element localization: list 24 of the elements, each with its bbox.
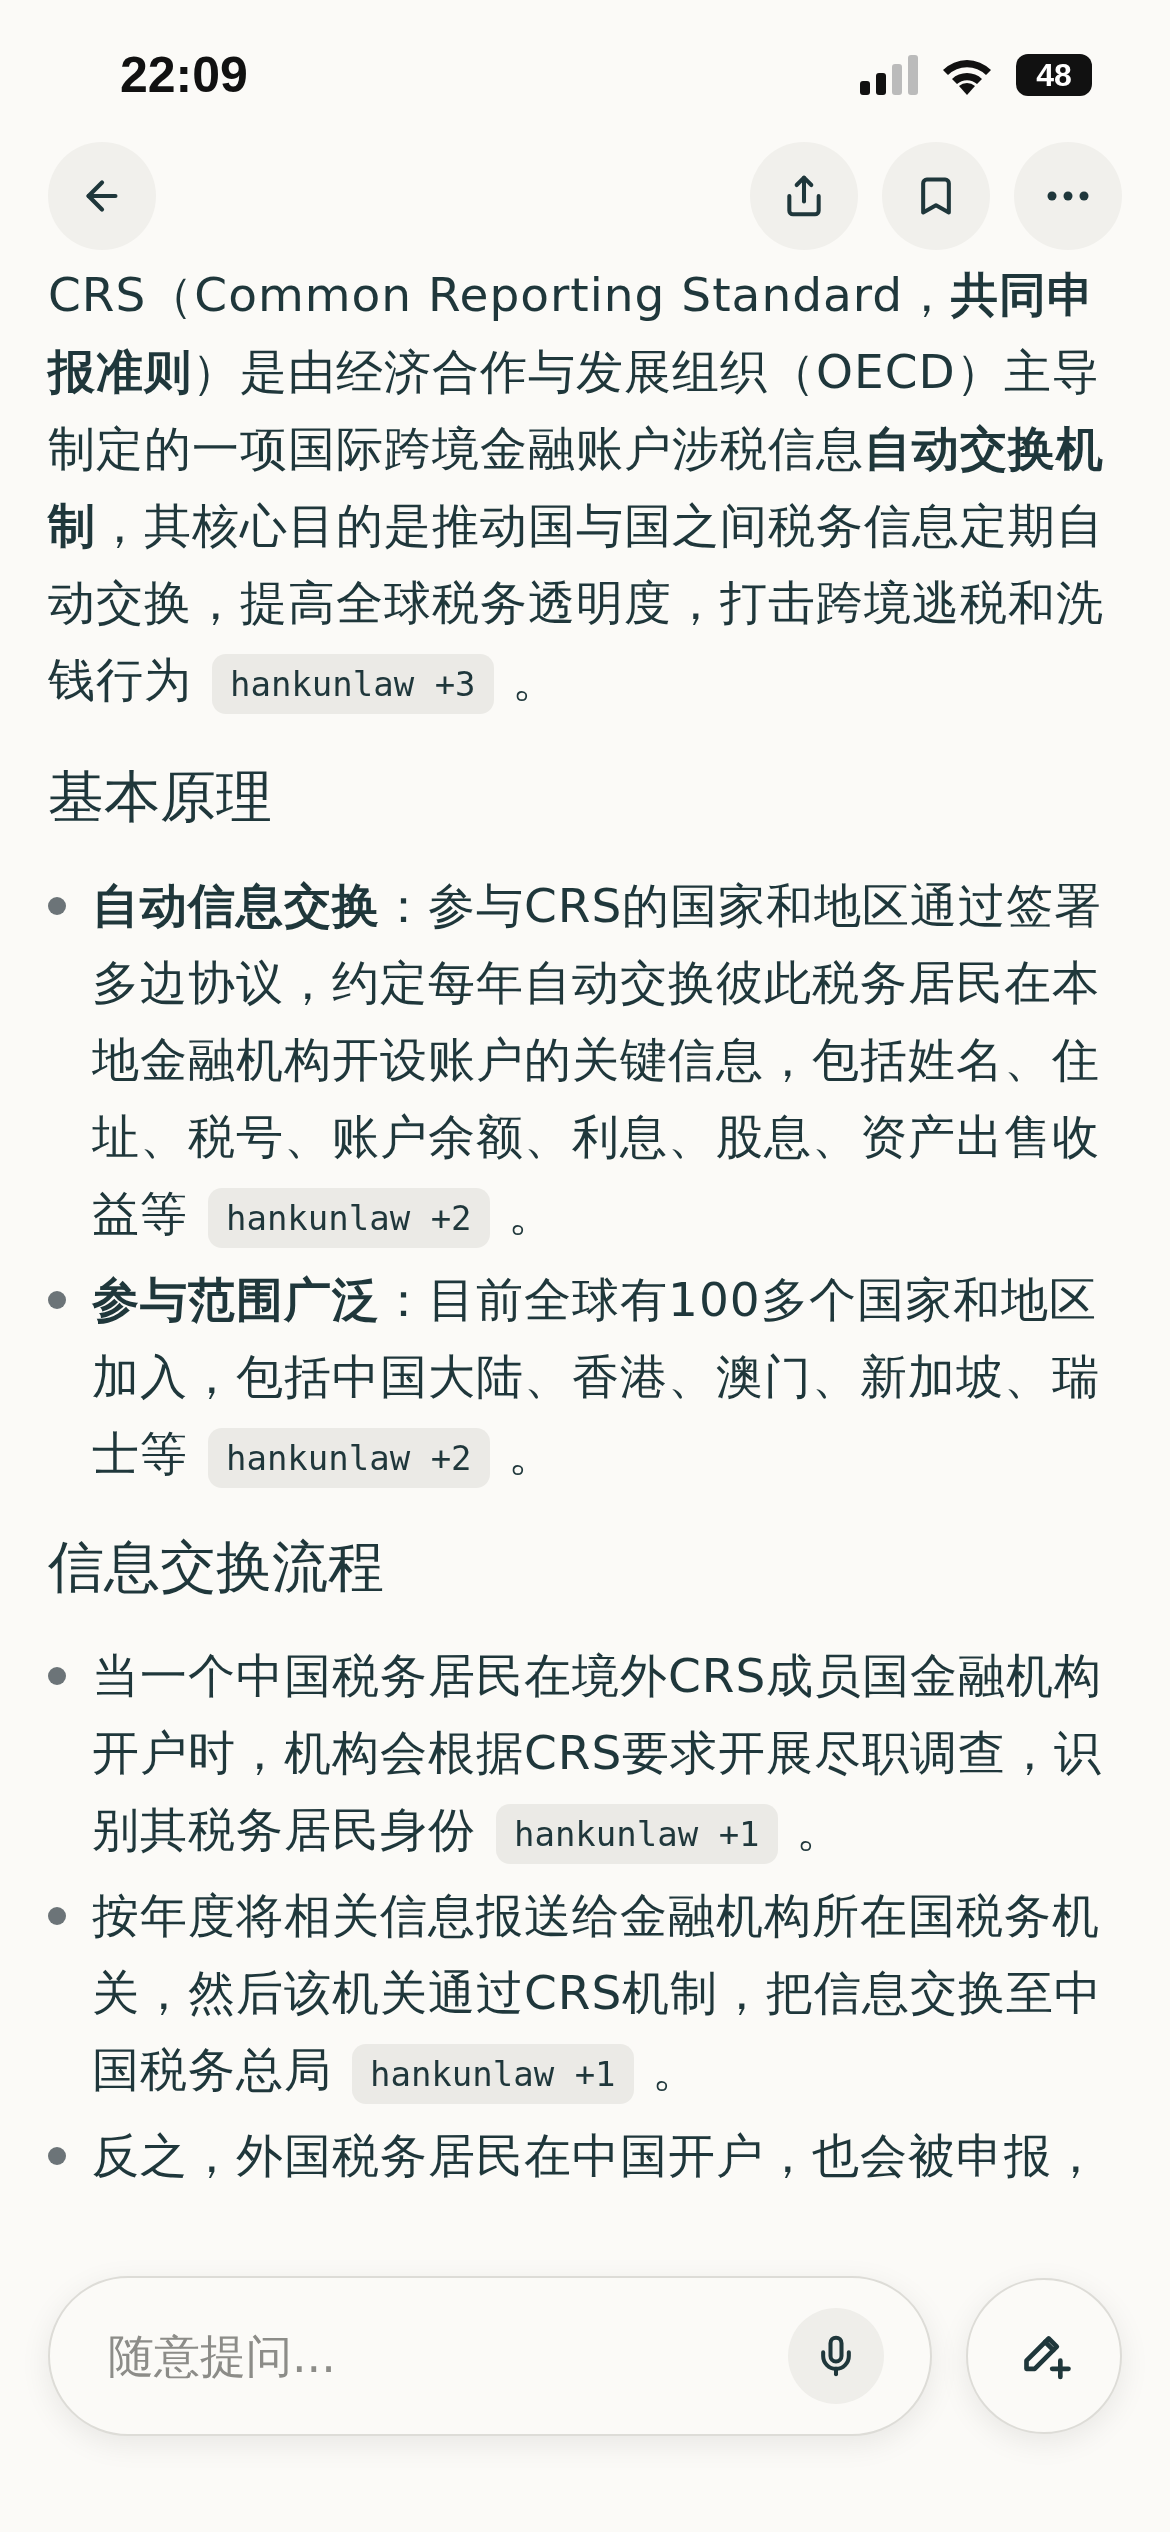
source-chip[interactable]: hankunlaw +1	[495, 1804, 778, 1864]
more-icon	[1047, 191, 1089, 201]
prompt-field[interactable]: 随意提问...	[106, 2328, 788, 2384]
signal-icon	[860, 55, 918, 95]
bullet-text: 参与范围广泛：目前全球有100多个国家和地区加入，包括中国大陆、香港、澳门、新加坡、瑞士等 hankunlaw +2 。	[92, 1261, 1130, 1497]
bullet-text: 自动信息交换：参与CRS的国家和地区通过签署多边协议，约定每年自动交换彼此税务居民在本地金融机构开设账户的关键信息，包括姓名、住址、税号、账户余额、利息、股息、资产出售收益等 hankunlaw +2 。	[92, 867, 1130, 1257]
section-heading: 基本原理	[48, 763, 273, 831]
source-chip[interactable]: hankunlaw +3	[211, 654, 494, 714]
section-heading: 信息交换流程	[48, 1533, 385, 1601]
battery-icon: 48	[1016, 54, 1092, 96]
bullet-dot	[48, 1291, 66, 1309]
prompt-bar[interactable]: 随意提问...	[48, 2276, 932, 2436]
bullet-dot	[48, 2147, 66, 2165]
bullet-text: 按年度将相关信息报送给金融机构所在国税务机关，然后该机关通过CRS机制，把信息交换至中国税务总局 hankunlaw +1 。	[92, 1877, 1130, 2113]
source-chip[interactable]: hankunlaw +1	[351, 2044, 634, 2104]
bullet-dot	[48, 897, 66, 915]
source-chip[interactable]: hankunlaw +2	[207, 1428, 490, 1488]
bullet-text: 反之，外国税务居民在中国开户，也会被申报，	[92, 2127, 1101, 2185]
bullet-dot	[48, 1667, 66, 1685]
source-chip[interactable]: hankunlaw +2	[207, 1188, 490, 1248]
paragraph-text: CRS（Common Reporting Standard，共同申报准则）是由经济合作与发展组织（OECD）主导制定的一项国际跨境金融账户涉税信息自动交换机制，其核心目的是推动国与国之间税务信息定期自动交换，提高全球税务透明度，打击跨境逃税和洗钱行为 hankunlaw +3 。	[48, 256, 1130, 723]
bullet-text: 当一个中国税务居民在境外CRS成员国金融机构开户时，机构会根据CRS要求开展尽职调查，识别其税务居民身份 hankunlaw +1 。	[92, 1637, 1130, 1873]
bullet-dot	[48, 1907, 66, 1925]
status-time: 22:09	[120, 46, 248, 104]
